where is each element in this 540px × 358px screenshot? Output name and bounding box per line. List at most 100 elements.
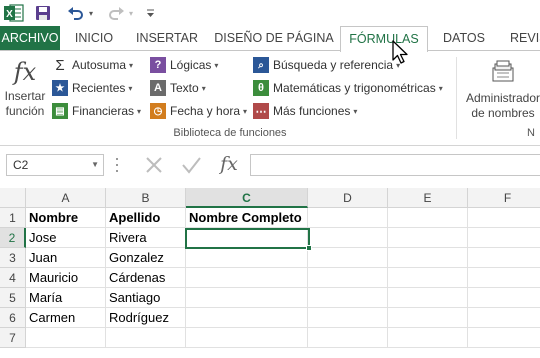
enter-button[interactable] xyxy=(177,153,205,177)
cell-c1[interactable]: Nombre Completo xyxy=(186,208,308,228)
tab-review[interactable]: REVIS xyxy=(502,26,540,51)
cell-e7[interactable] xyxy=(388,328,468,348)
fx-icon: fx xyxy=(13,58,37,86)
cancel-button[interactable] xyxy=(140,153,168,177)
tab-page-layout[interactable]: DISEÑO DE PÁGINA xyxy=(212,26,336,51)
tab-file[interactable]: ARCHIVO xyxy=(0,26,60,51)
cell-b2[interactable]: Rivera xyxy=(106,228,186,248)
tab-home[interactable]: INICIO xyxy=(66,26,122,51)
insert-function-label: Insertar función xyxy=(4,89,46,118)
cell-f1[interactable] xyxy=(468,208,540,228)
column-header-d[interactable]: D xyxy=(308,188,388,208)
cell-e1[interactable] xyxy=(388,208,468,228)
column-header-f[interactable]: F xyxy=(468,188,540,208)
cell-c3[interactable] xyxy=(186,248,308,268)
lookup-button[interactable]: ⌕ Búsqueda y referencia ▾ xyxy=(253,55,400,75)
undo-dropdown-icon[interactable]: ▾ xyxy=(86,3,96,23)
datetime-button[interactable]: ◷ Fecha y hora ▾ xyxy=(150,101,247,121)
name-manager-button[interactable]: Administrador de nombres xyxy=(458,59,540,121)
column-header-a[interactable]: A xyxy=(26,188,106,208)
recent-button[interactable]: ★ Recientes ▾ xyxy=(52,78,132,98)
cell-b4[interactable]: Cárdenas xyxy=(106,268,186,288)
cell-e3[interactable] xyxy=(388,248,468,268)
customize-qat-icon[interactable] xyxy=(144,3,156,23)
name-manager-label: Administrador de nombres xyxy=(465,91,540,120)
chevron-down-icon: ▾ xyxy=(129,60,134,70)
save-icon[interactable] xyxy=(33,3,53,23)
column-header-b[interactable]: B xyxy=(106,188,186,208)
redo-icon[interactable] xyxy=(108,3,126,23)
cell-f3[interactable] xyxy=(468,248,540,268)
cell-e4[interactable] xyxy=(388,268,468,288)
cell-d6[interactable] xyxy=(308,308,388,328)
text-button[interactable]: A Texto ▾ xyxy=(150,78,206,98)
cell-a1[interactable]: Nombre xyxy=(26,208,106,228)
cell-b6[interactable]: Rodríguez xyxy=(106,308,186,328)
chevron-down-icon[interactable]: ▼ xyxy=(91,160,99,169)
cell-b5[interactable]: Santiago xyxy=(106,288,186,308)
cell-a3[interactable]: Juan xyxy=(26,248,106,268)
cell-a7[interactable] xyxy=(26,328,106,348)
tab-insert[interactable]: INSERTAR xyxy=(132,26,202,51)
column-header-c[interactable]: C xyxy=(186,188,308,208)
cell-f2[interactable] xyxy=(468,228,540,248)
name-box[interactable]: C2 ▼ xyxy=(6,154,104,176)
cell-b1[interactable]: Apellido xyxy=(106,208,186,228)
cell-a4[interactable]: Mauricio xyxy=(26,268,106,288)
cell-d2[interactable] xyxy=(308,228,388,248)
cell-a2[interactable]: Jose xyxy=(26,228,106,248)
cell-d5[interactable] xyxy=(308,288,388,308)
cell-b3[interactable]: Gonzalez xyxy=(106,248,186,268)
logical-label: Lógicas xyxy=(170,58,212,72)
chevron-down-icon: ▾ xyxy=(243,106,248,116)
cell-f5[interactable] xyxy=(468,288,540,308)
row-header-1[interactable]: 1 xyxy=(0,208,26,228)
cell-a6[interactable]: Carmen xyxy=(26,308,106,328)
column-header-e[interactable]: E xyxy=(388,188,468,208)
mouse-cursor-icon xyxy=(392,40,408,64)
row-header-5[interactable]: 5 xyxy=(0,288,26,308)
row-header-3[interactable]: 3 xyxy=(0,248,26,268)
financial-button[interactable]: ▤ Financieras ▾ xyxy=(52,101,141,121)
row-header-2[interactable]: 2 xyxy=(0,228,26,248)
cell-e2[interactable] xyxy=(388,228,468,248)
row-header-6[interactable]: 6 xyxy=(0,308,26,328)
cell-d3[interactable] xyxy=(308,248,388,268)
logical-button[interactable]: ? Lógicas ▾ xyxy=(150,55,218,75)
insert-function-fx-button[interactable]: fx xyxy=(214,151,244,179)
cell-a5[interactable]: María xyxy=(26,288,106,308)
cell-f7[interactable] xyxy=(468,328,540,348)
cell-e5[interactable] xyxy=(388,288,468,308)
cell-d1[interactable] xyxy=(308,208,388,228)
autosum-button[interactable]: Σ Autosuma ▾ xyxy=(52,55,133,75)
cell-f4[interactable] xyxy=(468,268,540,288)
undo-icon[interactable] xyxy=(66,3,84,23)
cell-c5[interactable] xyxy=(186,288,308,308)
resize-handle[interactable] xyxy=(115,156,119,174)
question-book-icon: ? xyxy=(150,57,166,73)
cell-b7[interactable] xyxy=(106,328,186,348)
row-header-4[interactable]: 4 xyxy=(0,268,26,288)
cell-d7[interactable] xyxy=(308,328,388,348)
more-functions-button[interactable]: ⋯ Más funciones ▾ xyxy=(253,101,357,121)
cell-c7[interactable] xyxy=(186,328,308,348)
cell-d4[interactable] xyxy=(308,268,388,288)
tab-formulas[interactable]: FÓRMULAS xyxy=(340,26,428,52)
mathtrig-label: Matemáticas y trigonométricas xyxy=(273,81,436,95)
fill-handle[interactable] xyxy=(306,245,312,251)
row-header-7[interactable]: 7 xyxy=(0,328,26,348)
cell-c4[interactable] xyxy=(186,268,308,288)
cell-c6[interactable] xyxy=(186,308,308,328)
mathtrig-button[interactable]: θ Matemáticas y trigonométricas ▾ xyxy=(253,78,443,98)
cell-f6[interactable] xyxy=(468,308,540,328)
active-cell-border xyxy=(185,228,310,249)
select-all-corner[interactable] xyxy=(0,188,26,208)
chevron-down-icon: ▾ xyxy=(128,83,133,93)
cell-e6[interactable] xyxy=(388,308,468,328)
chevron-down-icon: ▾ xyxy=(438,83,443,93)
chevron-down-icon: ▾ xyxy=(137,106,142,116)
insert-function-button[interactable]: fx Insertar función xyxy=(2,57,48,127)
tab-data[interactable]: DATOS xyxy=(436,26,492,51)
formula-input[interactable] xyxy=(250,154,540,176)
sigma-icon: Σ xyxy=(55,56,65,74)
